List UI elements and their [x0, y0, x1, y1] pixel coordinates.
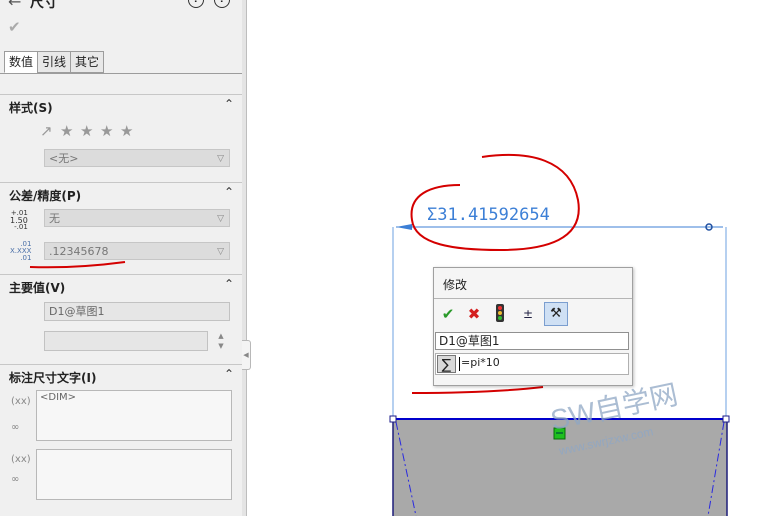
graphics-area: Σ31.41592654 SW自学网 www.swrjzxw.com [29, 153, 730, 516]
dialog-name-field[interactable]: D1@草图1 [435, 332, 629, 350]
red-annotation-circle [410, 153, 580, 252]
sketch-endpoint-right[interactable] [722, 415, 730, 423]
modify-dialog: 修改 ✔ ✖ ± ⚒ D1@草图1 ∑ =pi*10 [433, 267, 633, 386]
traffic-light-graphic [496, 304, 504, 322]
dialog-separator [434, 298, 632, 299]
sigma-equation-icon[interactable]: ∑ [437, 355, 456, 373]
cancel-x-icon[interactable]: ✖ [464, 304, 484, 324]
ok-check-icon[interactable]: ✔ [438, 304, 458, 324]
text-cursor [459, 357, 460, 371]
spin-increment-icon[interactable]: ± [518, 304, 538, 324]
dimension-value-label[interactable]: Σ31.41592654 [427, 205, 550, 225]
red-annotation-underline-formula [411, 386, 544, 394]
dimension-arrow-left [396, 224, 412, 230]
mark-dimension-icon[interactable]: ⚒ [544, 302, 568, 326]
traffic-light-icon[interactable] [490, 304, 510, 324]
dialog-value-input[interactable]: ∑ =pi*10 [435, 353, 629, 375]
dialog-title: 修改 [443, 278, 468, 292]
sketch-endpoint-left[interactable] [389, 415, 397, 423]
dialog-name-value: D1@草图1 [439, 334, 500, 348]
formula-value: =pi*10 [461, 356, 500, 369]
red-annotation-underline-precision [29, 261, 126, 269]
